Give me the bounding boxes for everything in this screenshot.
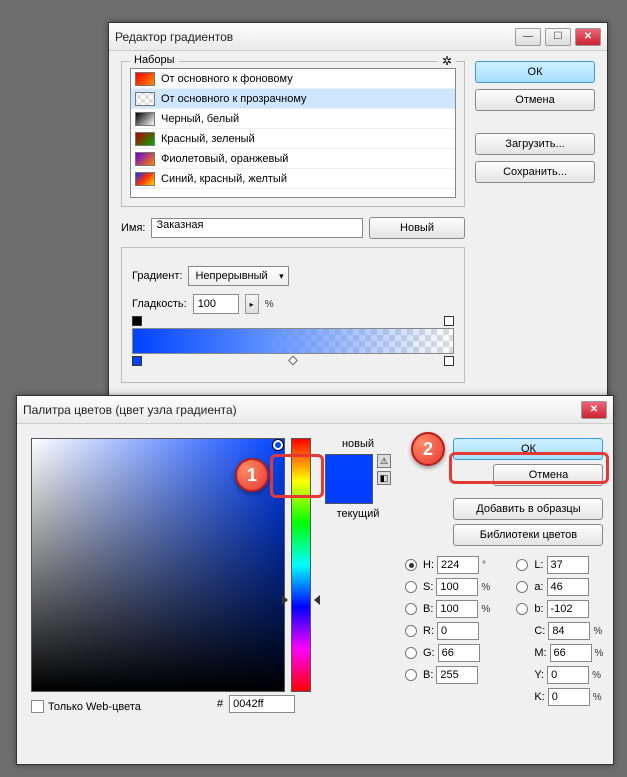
color-window-title: Палитра цветов (цвет узла градиента): [23, 403, 581, 417]
presets-fieldset: Наборы ✲ От основного к фоновомуОт основ…: [121, 61, 465, 207]
current-color: [326, 479, 372, 503]
l-input[interactable]: 37: [547, 556, 589, 574]
opacity-stop-left[interactable]: [132, 316, 142, 326]
smoothness-unit: %: [265, 299, 274, 310]
color-stop-right[interactable]: [444, 356, 454, 366]
preset-item[interactable]: Черный, белый: [131, 109, 455, 129]
preset-label: От основного к прозрачному: [161, 93, 307, 105]
preset-item[interactable]: От основного к фоновому: [131, 69, 455, 89]
sv-cursor[interactable]: [273, 440, 283, 450]
preset-item[interactable]: Синий, красный, желтый: [131, 169, 455, 189]
callout-box-1: [270, 454, 324, 498]
radio-l[interactable]: [516, 559, 528, 571]
color-close-button[interactable]: ✕: [581, 401, 607, 419]
preset-label: Синий, красный, желтый: [161, 173, 287, 185]
maximize-button[interactable]: ☐: [545, 28, 571, 46]
preset-swatch: [135, 92, 155, 106]
gradient-type-label: Градиент:: [132, 270, 182, 282]
c-input[interactable]: 84: [548, 622, 590, 640]
h-input[interactable]: 224: [437, 556, 479, 574]
save-button[interactable]: Сохранить...: [475, 161, 595, 183]
preset-item[interactable]: Фиолетовый, оранжевый: [131, 149, 455, 169]
gradient-track[interactable]: [132, 328, 454, 354]
preset-label: От основного к фоновому: [161, 73, 293, 85]
preset-item[interactable]: От основного к прозрачному: [131, 89, 455, 109]
callout-2: 2: [411, 432, 445, 466]
new-color: [326, 455, 372, 479]
webonly-label: Только Web-цвета: [48, 701, 141, 713]
preset-item[interactable]: Красный, зеленый: [131, 129, 455, 149]
callout-box-2: [449, 452, 609, 484]
hue-cursor[interactable]: [286, 595, 316, 605]
b-input[interactable]: 100: [436, 600, 478, 618]
color-inputs-grid: H:224° L:37 S:100% a:46 B:100% b:-102 R:…: [405, 556, 603, 706]
new-color-label: новый: [342, 438, 374, 450]
midpoint-handle[interactable]: [288, 356, 298, 366]
lab-b-input[interactable]: -102: [547, 600, 589, 618]
color-titlebar[interactable]: Палитра цветов (цвет узла градиента) ✕: [17, 396, 613, 424]
smoothness-spinner[interactable]: ▸: [245, 294, 259, 314]
radio-a[interactable]: [516, 581, 528, 593]
smoothness-input[interactable]: 100: [193, 294, 239, 314]
radio-s[interactable]: [405, 581, 417, 593]
preset-swatch: [135, 132, 155, 146]
new-current-swatch: [325, 454, 373, 504]
gradient-name-input[interactable]: Заказная: [151, 218, 363, 238]
radio-lab-b[interactable]: [516, 603, 528, 615]
radio-g[interactable]: [405, 647, 417, 659]
minimize-button[interactable]: —: [515, 28, 541, 46]
preset-label: Черный, белый: [161, 113, 239, 125]
radio-rgb-b[interactable]: [405, 669, 417, 681]
cancel-button[interactable]: Отмена: [475, 89, 595, 111]
warning-icon[interactable]: ⚠: [377, 454, 391, 468]
preset-swatch: [135, 72, 155, 86]
radio-h[interactable]: [405, 559, 417, 571]
m-input[interactable]: 66: [550, 644, 592, 662]
presets-label: Наборы: [130, 54, 179, 66]
gradient-bar[interactable]: [132, 328, 454, 354]
load-button[interactable]: Загрузить...: [475, 133, 595, 155]
callout-1: 1: [235, 458, 269, 492]
preset-swatch: [135, 152, 155, 166]
rgb-b-input[interactable]: 255: [436, 666, 478, 684]
new-button[interactable]: Новый: [369, 217, 465, 239]
r-input[interactable]: 0: [437, 622, 479, 640]
radio-b[interactable]: [405, 603, 417, 615]
smoothness-label: Гладкость:: [132, 298, 187, 310]
preset-label: Красный, зеленый: [161, 133, 255, 145]
preset-label: Фиолетовый, оранжевый: [161, 153, 288, 165]
ok-button[interactable]: ОК: [475, 61, 595, 83]
radio-r[interactable]: [405, 625, 417, 637]
preset-swatch: [135, 112, 155, 126]
hex-label: #: [217, 698, 223, 710]
preset-swatch: [135, 172, 155, 186]
color-picker-window: Палитра цветов (цвет узла градиента) ✕ Т…: [16, 395, 614, 765]
color-libs-button[interactable]: Библиотеки цветов: [453, 524, 603, 546]
g-input[interactable]: 66: [438, 644, 480, 662]
gear-icon[interactable]: ✲: [438, 54, 456, 68]
cube-icon[interactable]: ◧: [377, 471, 391, 485]
webonly-checkbox[interactable]: [31, 700, 44, 713]
current-color-label: текущий: [337, 508, 380, 520]
opacity-stop-right[interactable]: [444, 316, 454, 326]
add-swatch-button[interactable]: Добавить в образцы: [453, 498, 603, 520]
close-button[interactable]: ✕: [575, 28, 601, 46]
gradient-window-title: Редактор градиентов: [115, 30, 515, 44]
s-input[interactable]: 100: [436, 578, 478, 596]
preset-list[interactable]: От основного к фоновому От основного к пр…: [130, 68, 456, 198]
name-label: Имя:: [121, 222, 145, 234]
k-input[interactable]: 0: [548, 688, 590, 706]
gradient-type-select[interactable]: Непрерывный: [188, 266, 288, 286]
y-input[interactable]: 0: [547, 666, 589, 684]
gradient-editor-panel: Градиент: Непрерывный Гладкость: 100 ▸ %: [121, 247, 465, 383]
hex-input[interactable]: 0042ff: [229, 695, 295, 713]
color-stop-left[interactable]: [132, 356, 142, 366]
a-input[interactable]: 46: [547, 578, 589, 596]
gradient-titlebar[interactable]: Редактор градиентов — ☐ ✕: [109, 23, 607, 51]
